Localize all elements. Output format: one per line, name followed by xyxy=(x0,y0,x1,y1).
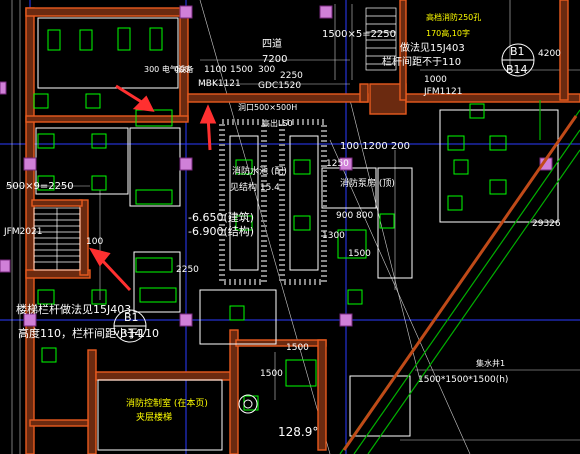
elevation-architectural: -6.650(建筑) xyxy=(188,211,255,224)
jfm-left: JFM2021 xyxy=(4,227,43,237)
dim-1000: 1000 xyxy=(424,75,447,85)
dim-1300: 1300 xyxy=(322,231,345,241)
bottom-note-1: 消防控制室 (在本页) xyxy=(126,399,208,409)
dim-1100: 1100 xyxy=(204,65,227,75)
gdc-label: GDC1520 xyxy=(258,81,302,91)
floor-plan-svg xyxy=(0,0,580,454)
dim-1250: 1250 xyxy=(326,159,349,169)
dim-100-1200-200: 100 1200 200 xyxy=(340,141,410,152)
spec-110: 栏杆间距不于110 xyxy=(382,57,462,68)
right-dim: 1500*1500*1500(h) xyxy=(418,375,509,385)
dim-1500: 1500 xyxy=(230,65,253,75)
diagonal-boundary xyxy=(339,100,580,454)
spec-j403: 做法见15J403 xyxy=(400,43,465,54)
bottom-note-2: 夹层楼梯 xyxy=(136,413,173,423)
dim-300: 300 xyxy=(258,65,276,75)
tag-b1-left: B1 xyxy=(124,311,139,324)
dim-800: 800 xyxy=(356,211,374,221)
cad-drawing-canvas: 四道 7200 1500×5=2250 1100 1500 2250 300 G… xyxy=(0,0,580,454)
section-tags xyxy=(113,43,535,343)
dim-2250b: 2250 xyxy=(176,265,199,275)
tag-top-2: 170高,10字 xyxy=(426,29,470,38)
dim-4200: 4200 xyxy=(538,49,561,59)
opening-label: 洞口500×500H xyxy=(238,103,298,112)
diagonal-dim: 29326 xyxy=(532,219,561,229)
pump-bases xyxy=(219,119,327,285)
dim-7200: 7200 xyxy=(262,54,288,65)
right-note: 集水井1 xyxy=(476,359,506,368)
tank-label: 消防水池 (配) xyxy=(232,167,287,177)
room-title: 四道 xyxy=(262,39,282,50)
tag-b14: B14 xyxy=(506,63,528,76)
dim-1500c: 1500 xyxy=(260,369,283,379)
dim-1500x5: 1500×5=2250 xyxy=(322,29,397,40)
dim-900: 900 xyxy=(336,211,354,221)
dim-500x9: 500×9=2250 xyxy=(6,181,74,192)
dim-100: 100 xyxy=(86,237,104,247)
slope-label: 高出LS0 xyxy=(262,119,293,128)
dim-400: 400 xyxy=(174,65,190,74)
diagonal-wall xyxy=(342,115,578,451)
pump-label: 消防泵房 (顶) xyxy=(340,179,395,189)
mbk-label: MBK1121 xyxy=(198,79,241,89)
dim-2250: 2250 xyxy=(280,71,303,81)
dim-1500b: 1500 xyxy=(286,343,309,353)
jfm-label: JFM1121 xyxy=(424,87,463,97)
elevation-structural: -6.900(结构) xyxy=(188,225,255,238)
spec-left: 楼梯栏杆做法见15J403 xyxy=(16,303,132,316)
tag-top: 高档消防250孔 xyxy=(426,13,482,22)
tag-b14-left: B14 xyxy=(120,327,142,340)
tank-note: 见结构 15.4 xyxy=(230,183,280,193)
tag-b1: B1 xyxy=(510,45,525,58)
dim-1500d: 1500 xyxy=(348,249,371,259)
angle-label: 128.9° xyxy=(278,425,319,439)
stair-left xyxy=(33,207,81,271)
